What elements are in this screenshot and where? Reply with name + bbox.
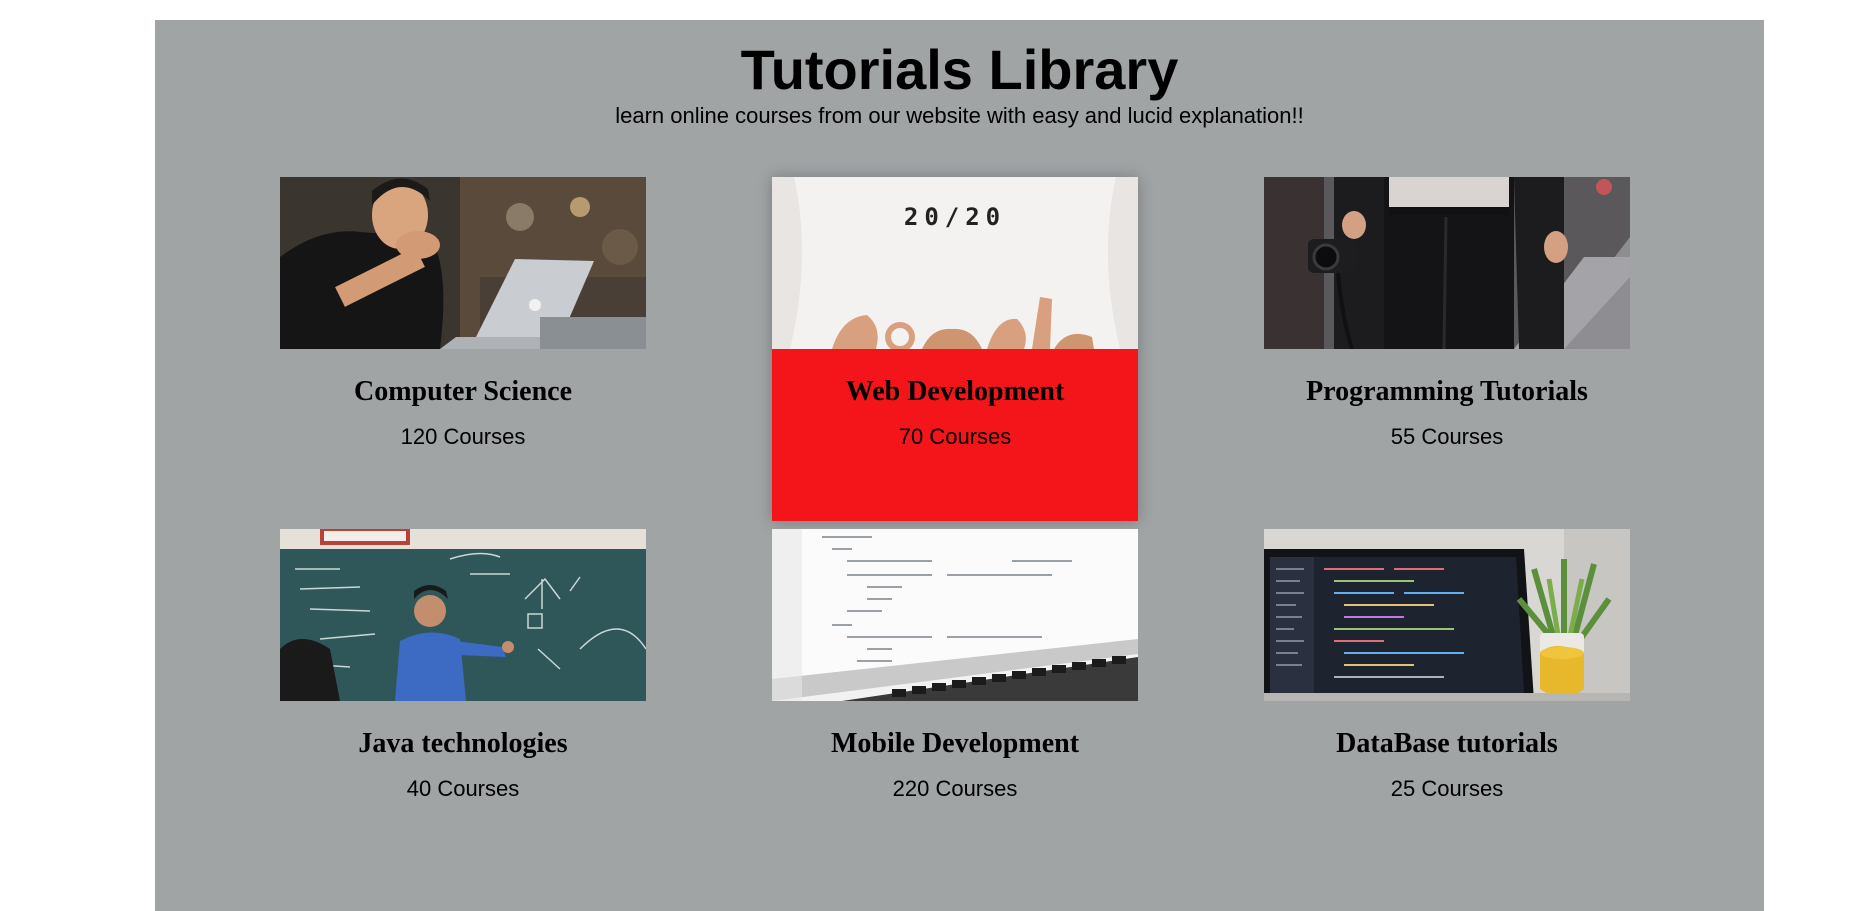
category-title: Computer Science [354,376,572,407]
laptop-code-screen-image [772,529,1138,701]
category-card-web-development[interactable]: 20/20 Web Development 70 Courses [772,177,1138,521]
tutorials-library-section: Tutorials Library learn online courses f… [155,20,1764,911]
category-title: Programming Tutorials [1306,376,1588,407]
teacher-at-chalkboard-image [280,529,646,701]
page-title: Tutorials Library [740,38,1179,101]
course-count: 220 Courses [892,776,1018,801]
category-card-java-technologies[interactable]: Java technologies 40 Courses [280,529,646,873]
course-count: 55 Courses [1390,424,1504,449]
page-subtitle: learn online courses from our website wi… [615,103,1304,128]
category-card-computer-science[interactable]: Computer Science 120 Courses [280,177,646,521]
tshirt-20-20-image: 20/20 [772,177,1138,349]
category-title: DataBase tutorials [1336,728,1558,759]
category-title: Mobile Development [830,728,1080,759]
laptop-with-plant-image [1264,529,1630,701]
category-title: Java technologies [358,728,568,759]
course-count: 70 Courses [898,424,1012,449]
course-count: 40 Courses [406,776,520,801]
course-count: 120 Courses [400,424,526,449]
tshirt-print-text: 20/20 [904,203,1006,231]
person-with-laptop-image [280,177,646,349]
person-with-camera-image [1264,177,1630,349]
course-count: 25 Courses [1390,776,1504,801]
category-card-mobile-development[interactable]: Mobile Development 220 Courses [772,529,1138,873]
category-card-database-tutorials[interactable]: DataBase tutorials 25 Courses [1264,529,1630,873]
category-title: Web Development [845,376,1065,407]
category-card-programming-tutorials[interactable]: Programming Tutorials 55 Courses [1264,177,1630,521]
